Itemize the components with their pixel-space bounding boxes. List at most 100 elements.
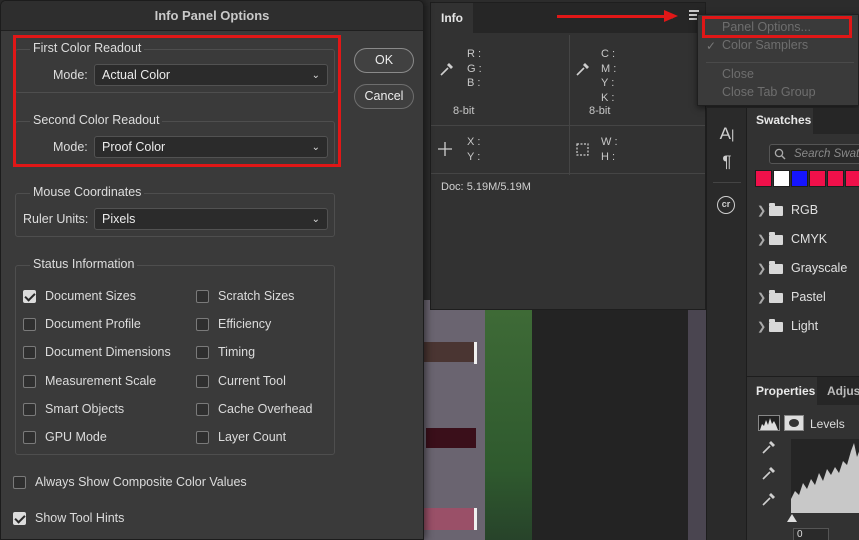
swatch-group-label: Light <box>791 319 819 333</box>
tab-adjustments[interactable]: Adjust <box>827 377 859 405</box>
canvas-swatch-strip-marker <box>474 508 477 530</box>
menu-item-close[interactable]: Close <box>722 67 754 81</box>
checkbox-box[interactable] <box>23 318 36 332</box>
swatch-chip[interactable] <box>809 170 826 187</box>
canvas-swatch-strip <box>422 342 474 362</box>
wh-labels: W : H : <box>601 136 618 163</box>
cc-libraries-icon[interactable]: cr <box>717 196 735 214</box>
doc-size-readout: Doc: 5.19M/5.19M <box>441 181 531 193</box>
bit-depth-left: 8-bit <box>453 105 475 117</box>
canvas-image-dark <box>532 300 688 540</box>
checkbox-label: Cache Overhead <box>218 401 313 416</box>
swatch-chip[interactable] <box>773 170 790 187</box>
panel-tool-strip: A| ¶ cr <box>706 108 746 540</box>
checkbox-box[interactable] <box>196 318 209 332</box>
swatch-group-label: CMYK <box>791 232 828 246</box>
annotation-arrow-head <box>664 10 678 22</box>
mask-icon <box>784 415 804 431</box>
canvas-swatch-strip <box>426 428 476 448</box>
rgb-channel-labels: R : G : B : <box>467 48 482 89</box>
checkbox-label: Scratch Sizes <box>218 289 295 303</box>
menu-separator <box>706 62 854 63</box>
black-input-slider[interactable] <box>787 514 797 522</box>
histogram-icon <box>758 415 780 431</box>
folder-icon <box>769 319 783 332</box>
black-input-value[interactable]: 0 <box>793 528 829 540</box>
swatch-group-row[interactable]: ❯ RGB <box>747 197 859 226</box>
properties-tabbar: Properties Adjust <box>747 377 859 405</box>
ruler-units-value: Pixels <box>102 212 136 226</box>
xy-labels: X : Y : <box>467 136 481 163</box>
tab-properties[interactable]: Properties <box>747 377 817 405</box>
checkbox-box[interactable] <box>13 476 26 489</box>
swatch-group-row[interactable]: ❯ Pastel <box>747 284 859 313</box>
swatch-group-label: RGB <box>791 203 819 217</box>
checkbox-box[interactable] <box>13 512 26 525</box>
checkbox-box[interactable] <box>196 346 209 360</box>
chevron-right-icon[interactable]: ❯ <box>757 291 766 304</box>
checkbox-box[interactable] <box>196 290 209 303</box>
properties-panel: Properties Adjust Levels 0 <box>746 376 859 540</box>
swatch-group-row[interactable]: ❯ Light <box>747 313 859 342</box>
checkbox-box[interactable] <box>23 290 36 303</box>
swatch-group-label: Grayscale <box>791 261 848 275</box>
white-point-eyedropper-icon[interactable] <box>761 491 777 507</box>
folder-icon <box>769 261 783 274</box>
menu-item-color-samplers[interactable]: Color Samplers <box>722 38 808 52</box>
chevron-right-icon[interactable]: ❯ <box>757 262 766 275</box>
paragraph-icon[interactable]: ¶ <box>715 152 739 172</box>
annotation-highlight-box <box>702 16 852 38</box>
annotation-arrow-line <box>557 15 667 18</box>
checkbox-label: Layer Count <box>218 430 287 444</box>
checkbox-box[interactable] <box>23 346 36 360</box>
checkbox-box[interactable] <box>23 431 36 444</box>
folder-icon <box>769 232 783 245</box>
canvas-image-green <box>485 300 535 540</box>
checkbox-box[interactable] <box>196 402 209 416</box>
tab-swatches[interactable]: Swatches <box>747 108 813 134</box>
checkbox-box[interactable] <box>23 374 36 388</box>
checkbox-label: Smart Objects <box>45 401 125 416</box>
checkbox-label: Measurement Scale <box>45 373 157 388</box>
checkbox-label: Document Profile <box>45 317 141 332</box>
checkbox-box[interactable] <box>23 402 36 416</box>
levels-histogram <box>791 439 859 513</box>
ruler-units-select[interactable]: Pixels ⌄ <box>94 208 328 230</box>
checkbox-label: GPU Mode <box>45 430 107 444</box>
swatch-group-row[interactable]: ❯ Grayscale <box>747 255 859 284</box>
swatch-chip[interactable] <box>827 170 844 187</box>
canvas-image-right <box>688 300 706 540</box>
check-icon: ✓ <box>706 39 717 53</box>
checkbox-label: Show Tool Hints <box>35 511 125 525</box>
checkbox-label: Efficiency <box>218 317 272 332</box>
folder-icon <box>769 203 783 216</box>
checkbox-label: Current Tool <box>218 373 286 388</box>
swatch-group-label: Pastel <box>791 290 826 304</box>
tool-divider <box>713 182 741 183</box>
adjustment-name: Levels <box>810 417 845 431</box>
checkbox-box[interactable] <box>196 431 209 444</box>
swatch-chip[interactable] <box>845 170 859 187</box>
black-point-eyedropper-icon[interactable] <box>761 439 777 455</box>
annotation-highlight-box <box>13 35 341 167</box>
checkbox-box[interactable] <box>196 374 209 388</box>
selection-size-icon <box>576 143 589 156</box>
swatch-group-row[interactable]: ❯ CMYK <box>747 226 859 255</box>
chevron-right-icon[interactable]: ❯ <box>757 320 766 333</box>
cmyk-channel-labels: C : M : Y : K : <box>601 48 617 104</box>
folder-icon <box>769 290 783 303</box>
gray-point-eyedropper-icon[interactable] <box>761 465 777 481</box>
checkbox-label: Document Sizes <box>45 289 137 303</box>
menu-item-close-tab-group[interactable]: Close Tab Group <box>722 85 816 99</box>
swatch-chip[interactable] <box>755 170 772 187</box>
swatches-tabbar: Swatches <box>747 108 859 134</box>
canvas-swatch-strip-marker <box>474 342 477 364</box>
chevron-right-icon[interactable]: ❯ <box>757 233 766 246</box>
tab-info[interactable]: Info <box>431 3 473 33</box>
checkbox-label: Document Dimensions <box>45 345 171 360</box>
cancel-button[interactable]: Cancel <box>354 84 414 109</box>
ok-button[interactable]: OK <box>354 48 414 73</box>
chevron-right-icon[interactable]: ❯ <box>757 204 766 217</box>
swatch-chip[interactable] <box>791 170 808 187</box>
character-icon[interactable]: A| <box>715 124 739 144</box>
